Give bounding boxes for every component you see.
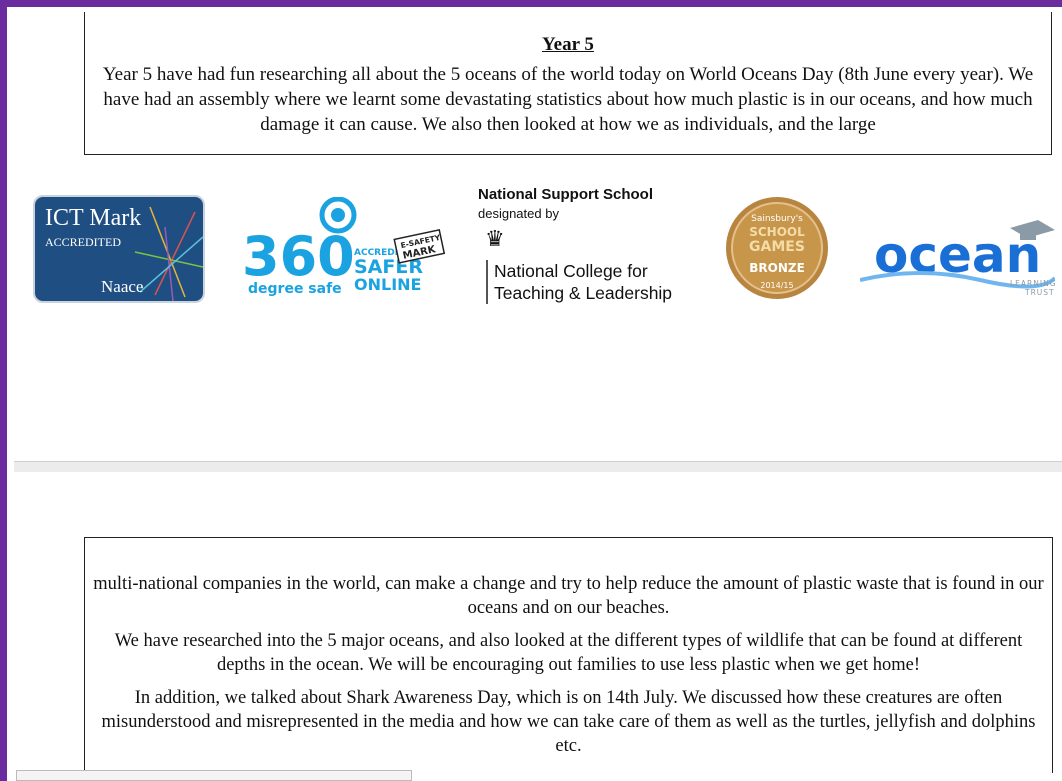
paragraph-3: In addition, we talked about Shark Aware… <box>101 688 1036 756</box>
ocean-trust: TRUST <box>1024 288 1055 297</box>
360-degree-safe-logo: 360 degree safe ACCREDITED SAFER ONLINE … <box>238 196 450 301</box>
paragraph-1: multi-national companies in the world, c… <box>93 574 1044 618</box>
nss-title: National Support School <box>478 186 653 203</box>
ocean-learning: LEARNING <box>1010 279 1055 288</box>
intro-paragraph: Year 5 have had fun researching all abou… <box>102 64 1034 135</box>
safe-360-sub: degree safe <box>248 281 342 297</box>
games-level: BRONZE <box>749 261 805 275</box>
games-games: GAMES <box>749 239 805 255</box>
section-title: Year 5 <box>542 34 594 55</box>
games-year: 2014/15 <box>760 281 793 290</box>
ict-mark-logo: ICT Mark ACCREDITED Naace <box>33 195 205 303</box>
year5-text-box-top: Year 5 Year 5 have had fun researching a… <box>84 12 1052 155</box>
national-support-school-logo: National Support School designated by ♛ … <box>476 184 696 306</box>
ict-mark-sub: ACCREDITED <box>45 235 121 249</box>
nss-line1: National College for <box>494 261 648 281</box>
safe-360-number: 360 <box>242 225 355 288</box>
safe-online: ONLINE <box>354 275 421 294</box>
esafety-mark-stamp: E-SAFETY MARK <box>393 228 446 264</box>
school-games-bronze-logo: Sainsbury's SCHOOL GAMES BRONZE 2014/15 <box>725 196 829 300</box>
ocean-learning-trust-logo: ocean LEARNING TRUST <box>859 218 1057 298</box>
ict-mark-org: Naace <box>101 277 144 296</box>
nss-designated: designated by <box>478 206 559 221</box>
ict-mark-title: ICT Mark <box>45 205 142 231</box>
paragraph-2: We have researched into the 5 major ocea… <box>114 631 1023 675</box>
royal-crest-icon: ♛ <box>485 226 505 251</box>
year5-text-box-bottom: multi-national companies in the world, c… <box>84 537 1053 773</box>
games-school: SCHOOL <box>749 225 805 239</box>
nss-college-name: National College for Teaching & Leadersh… <box>486 260 672 304</box>
nss-line2: Teaching & Leadership <box>494 283 673 303</box>
games-sponsor: Sainsbury's <box>751 214 803 224</box>
status-bar <box>16 770 412 781</box>
